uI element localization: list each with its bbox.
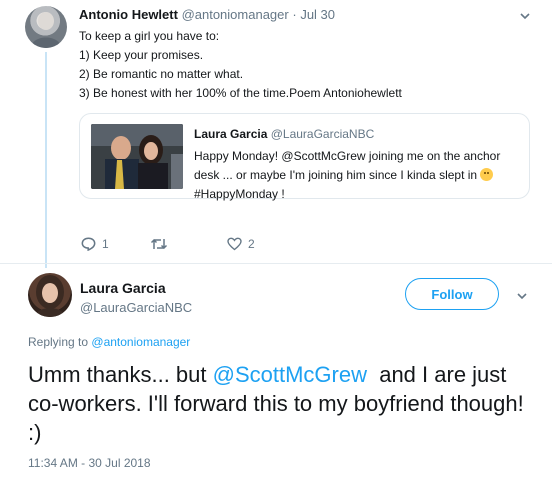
reply-icon	[81, 237, 96, 251]
follow-button[interactable]: Follow	[405, 278, 499, 310]
thread-line	[45, 52, 47, 268]
like-count: 2	[248, 237, 255, 251]
quoted-text-body: Happy Monday! @ScottMcGrew joining me on…	[194, 149, 501, 182]
tweet-timestamp[interactable]: 11:34 AM - 30 Jul 2018	[28, 456, 151, 470]
quoted-author-handle: @LauraGarciaNBC	[270, 127, 375, 141]
replying-handle-link[interactable]: @antoniomanager	[91, 335, 190, 349]
quoted-tweet-text: Happy Monday! @ScottMcGrew joining me on…	[194, 147, 524, 204]
like-button[interactable]: 2	[227, 237, 255, 251]
chevron-down-icon[interactable]	[517, 291, 527, 301]
tweet-line: 2) Be romantic no matter what.	[79, 67, 244, 81]
tweet-text: Umm thanks... but @ScottMcGrew and I are…	[28, 360, 528, 447]
tweet-line: 3) Be honest with her 100% of the time.P…	[79, 86, 402, 100]
separator: ·	[292, 7, 297, 22]
retweet-icon	[150, 238, 168, 250]
author-name[interactable]: Antonio Hewlett	[79, 7, 178, 22]
avatar-image	[34, 275, 66, 317]
avatar[interactable]	[28, 273, 72, 317]
reply-button[interactable]: 1	[81, 237, 109, 251]
avatar-image	[30, 12, 62, 48]
tweet-text: To keep a girl you have to: 1) Keep your…	[79, 27, 402, 103]
quoted-hashtag-line: #HappyMonday !	[194, 187, 285, 201]
avatar[interactable]	[25, 6, 67, 48]
tweet-date[interactable]: Jul 30	[300, 7, 335, 22]
replying-to: Replying to @antoniomanager	[28, 335, 190, 349]
retweet-button[interactable]	[150, 237, 174, 251]
tweet-line: 1) Keep your promises.	[79, 48, 204, 62]
quoted-tweet-image	[91, 124, 183, 189]
author-handle[interactable]: @antoniomanager	[182, 7, 289, 22]
replying-prefix: Replying to	[28, 335, 89, 349]
quoted-author-name: Laura Garcia	[194, 127, 268, 141]
tweet-line: To keep a girl you have to:	[79, 29, 220, 43]
tweet-text-start: Umm thanks... but	[28, 362, 213, 387]
quoted-tweet-header: Laura Garcia @LauraGarciaNBC	[194, 127, 374, 141]
heart-icon	[227, 237, 242, 251]
divider	[0, 263, 552, 264]
author-name[interactable]: Laura Garcia	[80, 280, 166, 296]
chevron-down-icon[interactable]	[520, 11, 530, 21]
quoted-tweet-card[interactable]: Laura Garcia @LauraGarciaNBC Happy Monda…	[79, 113, 530, 201]
mention-link[interactable]: @ScottMcGrew	[213, 362, 367, 387]
parent-header: Antonio Hewlett @antoniomanager · Jul 30	[79, 7, 335, 22]
reply-count: 1	[102, 237, 109, 251]
grimacing-face-icon	[480, 168, 494, 181]
author-handle[interactable]: @LauraGarciaNBC	[80, 300, 192, 315]
